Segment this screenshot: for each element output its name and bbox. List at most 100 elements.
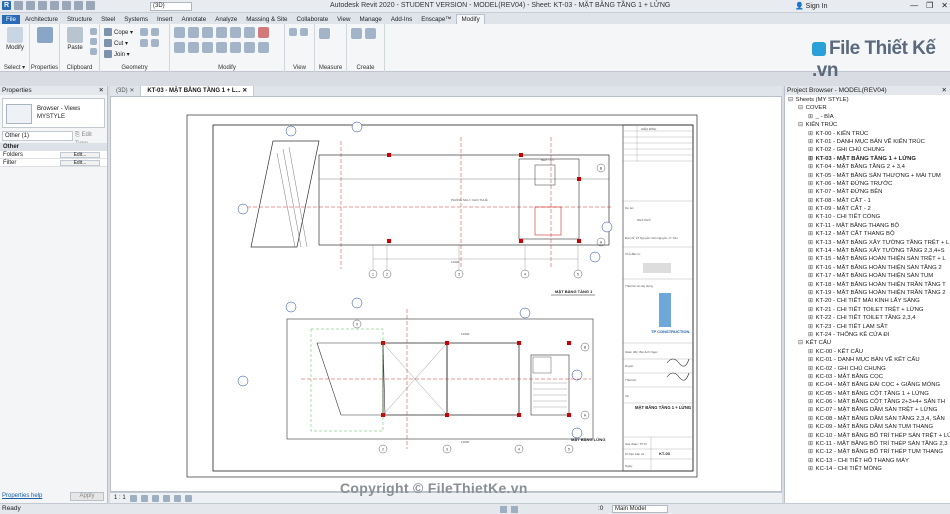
browser-item[interactable]: ⊞ KC-01 - DANH MỤC BẢN VẼ KẾT CẤU <box>785 356 950 364</box>
browser-item[interactable]: ⊞ KC-05 - MẶT BẰNG CỘT TẦNG 1 + LỬNG <box>785 390 950 398</box>
browser-item[interactable]: ⊞ KC-02 - GHI CHÚ CHUNG <box>785 365 950 373</box>
unpin-icon[interactable] <box>258 42 269 53</box>
browser-item[interactable]: ⊞ KT-17 - MẶT BẰNG HOÀN THIỆN SÀN TUM <box>785 272 950 280</box>
view-scale[interactable]: 1 : 1 <box>114 495 126 501</box>
browser-item[interactable]: ⊞ KT-09 - MẶT CẮT - 2 <box>785 205 950 213</box>
expand-toggle-icon[interactable]: ⊞ <box>808 281 814 289</box>
browser-item[interactable]: ⊞ KC-03 - MẶT BẰNG CỌC <box>785 373 950 381</box>
mirror-axis-icon[interactable] <box>202 27 213 38</box>
ribbon-tab-file[interactable]: File <box>2 15 20 24</box>
expand-toggle-icon[interactable]: ⊞ <box>808 180 814 188</box>
browser-item[interactable]: ⊞ KT-03 - MẶT BẰNG TẦNG 1 + LỬNG <box>785 155 950 163</box>
view-selector-dropdown[interactable]: (3D) <box>150 2 192 11</box>
copy-element-icon[interactable] <box>188 42 199 53</box>
browser-item[interactable]: ⊟ COVER <box>785 104 950 112</box>
browser-item[interactable]: ⊞ KC-00 - KẾT CẤU <box>785 348 950 356</box>
browser-item[interactable]: ⊞ KT-01 - DANH MỤC BẢN VẼ KIẾN TRÚC <box>785 138 950 146</box>
browser-item[interactable]: ⊞ KT-10 - CHI TIẾT CỔNG <box>785 213 950 221</box>
expand-toggle-icon[interactable]: ⊞ <box>808 331 814 339</box>
browser-item[interactable]: ⊞ KT-19 - MẶT BẰNG HOÀN THIỆN TRẦN TẦNG … <box>785 289 950 297</box>
crop-region-icon[interactable] <box>173 494 181 502</box>
browser-item[interactable]: ⊞ KT-02 - GHI CHÚ CHUNG <box>785 146 950 154</box>
hide-isolate-icon[interactable] <box>184 494 192 502</box>
instance-selector[interactable]: Other (1) <box>2 131 73 141</box>
worksets-icon[interactable] <box>500 506 507 513</box>
ribbon-tab-view[interactable]: View <box>333 15 354 24</box>
expand-toggle-icon[interactable]: ⊞ <box>808 172 814 180</box>
expand-toggle-icon[interactable]: ⊞ <box>808 348 814 356</box>
browser-item[interactable]: ⊞ KT-05 - MẶT BẰNG SÂN THƯỢNG + MÁI TUM <box>785 172 950 180</box>
edit-type-button[interactable]: ⎘ Edit Type <box>75 131 105 147</box>
expand-toggle-icon[interactable]: ⊞ <box>808 163 814 171</box>
close-tab-icon[interactable]: ✕ <box>241 88 247 94</box>
expand-toggle-icon[interactable]: ⊞ <box>808 255 814 263</box>
split-icon[interactable] <box>230 27 241 38</box>
save-icon[interactable] <box>26 1 35 10</box>
expand-toggle-icon[interactable]: ⊞ <box>808 197 814 205</box>
sign-in-link[interactable]: 👤 Sign In <box>795 2 827 10</box>
browser-item[interactable]: ⊞ KC-08 - MẶT BẰNG DẦM SÀN TẦNG 2,3,4, S… <box>785 415 950 423</box>
split-face-icon[interactable] <box>140 28 148 36</box>
rotate-icon[interactable] <box>202 42 213 53</box>
view-tab[interactable]: (3D) ✕ <box>110 86 142 96</box>
property-edit-button[interactable]: Edit... <box>60 152 100 158</box>
ribbon-tab-structure[interactable]: Structure <box>63 15 96 24</box>
expand-toggle-icon[interactable]: ⊞ <box>808 406 814 414</box>
delete-icon[interactable] <box>258 27 269 38</box>
ribbon-tab-massing-site[interactable]: Massing & Site <box>242 15 291 24</box>
browser-item[interactable]: ⊞ KT-06 - MẶT ĐỨNG TRƯỚC <box>785 180 950 188</box>
expand-toggle-icon[interactable]: ⊞ <box>808 415 814 423</box>
view-tab[interactable]: KT-03 - MẶT BẰNG TẦNG 1 + L... ✕ <box>141 86 255 96</box>
expand-toggle-icon[interactable]: ⊞ <box>808 230 814 238</box>
browser-item[interactable]: ⊞ KT-00 - KIẾN TRÚC <box>785 130 950 138</box>
expand-toggle-icon[interactable]: ⊟ <box>798 104 804 112</box>
browser-item[interactable]: ⊞ KT-08 - MẶT CẮT - 1 <box>785 197 950 205</box>
browser-item[interactable]: ⊞ KC-12 - MẶT BẰNG BỐ TRÍ THÉP TUM THANG <box>785 448 950 456</box>
cut-button[interactable]: Cut ▾ <box>104 39 128 47</box>
browser-item[interactable]: ⊟ KẾT CẤU <box>785 339 950 347</box>
modify-button[interactable]: Modify <box>2 27 28 51</box>
array-icon[interactable] <box>230 42 241 53</box>
text-icon[interactable] <box>86 1 95 10</box>
trim-icon[interactable] <box>216 42 227 53</box>
undo-icon[interactable] <box>38 1 47 10</box>
browser-item[interactable]: ⊞ KT-21 - CHI TIẾT TOILET TRỆT + LỬNG <box>785 306 950 314</box>
create-parts-icon[interactable] <box>365 28 376 39</box>
expand-toggle-icon[interactable]: ⊞ <box>808 398 814 406</box>
browser-item[interactable]: ⊞ KT-04 - MẶT BẰNG TẦNG 2 + 3,4 <box>785 163 950 171</box>
expand-toggle-icon[interactable]: ⊞ <box>808 297 814 305</box>
browser-item[interactable]: ⊞ KT-12 - MẶT CẮT THANG BỘ <box>785 230 950 238</box>
expand-toggle-icon[interactable]: ⊞ <box>808 130 814 138</box>
hide-icon[interactable] <box>289 28 297 36</box>
print-icon[interactable] <box>62 1 71 10</box>
browser-item[interactable]: ⊞ KC-07 - MẶT BẰNG DẦM SÀN TRỆT + LỬNG <box>785 406 950 414</box>
browser-item[interactable]: ⊞ KC-06 - MẶT BẰNG CỘT TẦNG 2+3+4+ SÂN T… <box>785 398 950 406</box>
ribbon-tab-insert[interactable]: Insert <box>153 15 176 24</box>
browser-item[interactable]: ⊞ KC-04 - MẶT BẰNG ĐÀI CỌC + GIẰNG MÓNG <box>785 381 950 389</box>
ribbon-tab-analyze[interactable]: Analyze <box>211 15 241 24</box>
ribbon-tab-annotate[interactable]: Annotate <box>177 15 210 24</box>
drawing-canvas[interactable]: HIỆU ĐÍNH Dự án: NHÀ PHỐ Địa chỉ: 27 Nguy… <box>110 96 782 492</box>
expand-toggle-icon[interactable]: ⊞ <box>808 373 814 381</box>
active-model-selector[interactable]: Main Model <box>612 505 668 513</box>
restore-icon[interactable]: ❐ <box>926 1 933 10</box>
expand-toggle-icon[interactable]: ⊞ <box>808 239 814 247</box>
scale-icon[interactable] <box>244 42 255 53</box>
browser-item[interactable]: ⊞ KT-20 - CHI TIẾT MÁI KÍNH LẤY SÁNG <box>785 297 950 305</box>
browser-item[interactable]: ⊞ KC-11 - MẶT BẰNG BỐ TRÍ THÉP SÀN TẦNG … <box>785 440 950 448</box>
join-button[interactable]: Join ▾ <box>104 50 130 58</box>
expand-toggle-icon[interactable]: ⊞ <box>808 146 814 154</box>
browser-item[interactable]: ⊞ KC-10 - MẶT BẰNG BỐ TRÍ THÉP SÀN TRỆT … <box>785 432 950 440</box>
design-options-icon[interactable] <box>511 506 518 513</box>
pin-icon[interactable] <box>244 27 255 38</box>
expand-toggle-icon[interactable]: ⊞ <box>808 306 814 314</box>
expand-toggle-icon[interactable]: ⊞ <box>808 272 814 280</box>
expand-toggle-icon[interactable]: ⊞ <box>808 448 814 456</box>
expand-toggle-icon[interactable]: ⊞ <box>808 465 814 473</box>
align-icon[interactable] <box>174 27 185 38</box>
ribbon-tab-add-ins[interactable]: Add-Ins <box>387 15 416 24</box>
mirror-draw-icon[interactable] <box>216 27 227 38</box>
property-edit-button[interactable]: Edit... <box>60 160 100 166</box>
detail-level-icon[interactable] <box>129 494 137 502</box>
select-dropdown[interactable]: Select ▾ <box>0 64 29 71</box>
